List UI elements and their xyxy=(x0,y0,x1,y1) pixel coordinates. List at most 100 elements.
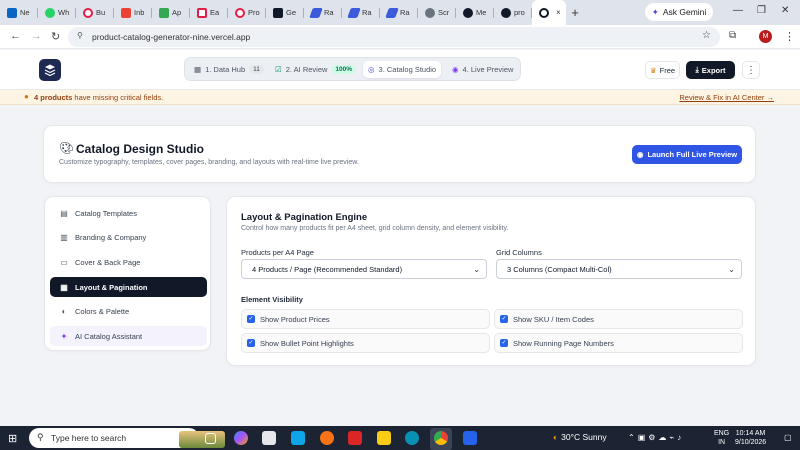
close-icon[interactable]: × xyxy=(556,8,561,17)
sidebar-item-ai-assistant[interactable]: ✦ AI Catalog Assistant xyxy=(50,326,207,346)
weather-widget[interactable]: ◐ 30°C Sunny xyxy=(553,432,607,442)
review-fix-link[interactable]: Review & Fix in AI Center → xyxy=(679,93,774,102)
template-icon: ▤ xyxy=(60,208,68,218)
checkbox-checked-icon[interactable]: ✓ xyxy=(500,315,508,323)
toggle-page-numbers[interactable]: ✓ Show Running Page Numbers xyxy=(494,333,743,353)
minimize-button[interactable]: — xyxy=(733,5,743,16)
products-per-page-label: Products per A4 Page xyxy=(241,248,314,257)
url-box[interactable]: ⚲ product-catalog-generator-nine.vercel.… xyxy=(68,27,720,47)
step-live-preview[interactable]: ◉ 4. Live Preview xyxy=(447,61,518,78)
browser-tab[interactable]: Ra xyxy=(342,0,380,25)
extensions-icon[interactable]: ⧉ xyxy=(729,30,736,41)
youtube-icon[interactable] xyxy=(348,431,362,445)
chrome-icon[interactable] xyxy=(434,431,448,445)
forward-icon[interactable]: → xyxy=(31,30,42,42)
firefox-icon[interactable] xyxy=(320,431,334,445)
warning-message: have missing critical fields. xyxy=(72,93,164,102)
site-info-icon[interactable]: ⚲ xyxy=(77,31,83,40)
tab-title: Wh xyxy=(58,8,70,17)
checkbox-checked-icon[interactable]: ✓ xyxy=(500,339,508,347)
export-button[interactable]: ⤓ Export xyxy=(686,61,735,79)
linkedin-icon xyxy=(7,7,17,18)
tab-title: Inb xyxy=(134,8,145,17)
sidebar-item-label: AI Catalog Assistant xyxy=(75,331,143,341)
checkbox-label: Show Running Page Numbers xyxy=(513,338,614,348)
taskbar-search[interactable]: ⚲ Type here to search xyxy=(29,428,225,448)
sidebar-item-layout-pagination[interactable]: ▦ Layout & Pagination xyxy=(50,277,207,297)
maximize-button[interactable]: ❐ xyxy=(757,5,766,16)
products-per-page-select[interactable]: 4 Products / Page (Recommended Standard)… xyxy=(241,259,487,279)
browser-tab[interactable]: Wh xyxy=(38,0,76,25)
new-tab-button[interactable]: + xyxy=(566,0,584,25)
sidebar-item-branding[interactable]: ▥ Branding & Company xyxy=(50,227,207,247)
browser-tab[interactable]: Ra xyxy=(304,0,342,25)
back-icon[interactable]: ← xyxy=(10,30,21,42)
tab-title: Ea xyxy=(210,8,220,17)
browser-tab[interactable]: Ge xyxy=(266,0,304,25)
checkbox-checked-icon[interactable]: ✓ xyxy=(247,315,255,323)
file-explorer-icon[interactable] xyxy=(377,431,391,445)
site-icon xyxy=(235,7,245,18)
tab-title: Ge xyxy=(286,8,297,17)
browser-tab[interactable]: Ne xyxy=(0,0,38,25)
tab-title: Scr xyxy=(438,8,450,17)
workflow-steps: ▦ 1. Data Hub 11 ☑ 2. AI Review 100% ◎ 3. Cat… xyxy=(184,57,521,81)
app-icon xyxy=(159,7,169,18)
profile-avatar[interactable]: M xyxy=(759,30,772,43)
browser-tab[interactable]: Me xyxy=(456,0,494,25)
palette-icon: ◐ xyxy=(61,306,67,316)
mail-app-icon[interactable] xyxy=(291,431,305,445)
grid-columns-select[interactable]: 3 Columns (Compact Multi-Col) ⌄ xyxy=(496,259,742,279)
task-view-icon[interactable] xyxy=(205,433,216,444)
copilot-icon[interactable] xyxy=(234,431,248,445)
app-header: ▦ 1. Data Hub 11 ☑ 2. AI Review 100% ◎ 3. Cat… xyxy=(0,50,800,90)
step-ai-review[interactable]: ☑ 2. AI Review 100% xyxy=(270,61,361,78)
more-menu-button[interactable]: ⋮ xyxy=(742,61,760,79)
system-tray-icons[interactable]: ⌃▣⚙☁⌁♪ xyxy=(628,433,684,442)
palette-icon: ◎ xyxy=(368,65,375,74)
toggle-sku-codes[interactable]: ✓ Show SKU / Item Codes xyxy=(494,309,743,329)
select-value: 3 Columns (Compact Multi-Col) xyxy=(507,264,612,274)
window-close-button[interactable]: ✕ xyxy=(781,5,789,16)
ask-gemini-button[interactable]: ✦ Ask Gemini xyxy=(645,3,713,21)
site-icon xyxy=(83,7,93,18)
toggle-product-prices[interactable]: ✓ Show Product Prices xyxy=(241,309,490,329)
sidebar-item-catalog-templates[interactable]: ▤ Catalog Templates xyxy=(50,203,207,223)
browser-tab-active[interactable]: × xyxy=(532,0,566,25)
clock[interactable]: 10:14 AM 9/10/2026 xyxy=(735,429,766,447)
browser-tab[interactable]: pro xyxy=(494,0,532,25)
tab-title: Ne xyxy=(20,8,30,17)
calendar-app-icon[interactable] xyxy=(262,431,276,445)
launch-live-preview-button[interactable]: ◉ Launch Full Live Preview xyxy=(632,145,742,164)
checkbox-checked-icon[interactable]: ✓ xyxy=(247,339,255,347)
sidebar-item-label: Cover & Back Page xyxy=(75,257,141,267)
step-data-hub[interactable]: ▦ 1. Data Hub 11 xyxy=(189,61,269,78)
browser-tab[interactable]: Ap xyxy=(152,0,190,25)
page-subtitle: Customize typography, templates, cover p… xyxy=(59,159,359,166)
edge-icon[interactable] xyxy=(405,431,419,445)
app-logo[interactable] xyxy=(39,59,61,81)
vscode-icon[interactable] xyxy=(463,431,477,445)
browser-tab[interactable]: Inb xyxy=(114,0,152,25)
bookmark-star-icon[interactable]: ☆ xyxy=(702,30,711,41)
grid-icon: ▦ xyxy=(194,65,202,74)
toggle-bullet-highlights[interactable]: ✓ Show Bullet Point Highlights xyxy=(241,333,490,353)
step-catalog-studio[interactable]: ◎ 3. Catalog Studio xyxy=(363,61,442,78)
browser-menu-icon[interactable]: ⋮ xyxy=(784,30,795,43)
browser-tab[interactable]: Ea xyxy=(190,0,228,25)
tab-title: pro xyxy=(514,8,525,17)
notifications-icon[interactable]: ▢ xyxy=(784,433,792,442)
search-highlight-image xyxy=(179,431,225,448)
sidebar-item-label: Layout & Pagination xyxy=(75,282,148,292)
browser-tab[interactable]: Ra xyxy=(380,0,418,25)
language-indicator[interactable]: ENG IN xyxy=(714,429,729,447)
browser-tab[interactable]: Pro xyxy=(228,0,266,25)
reload-icon[interactable]: ↻ xyxy=(51,30,60,43)
section-title: Layout & Pagination Engine xyxy=(241,212,368,223)
browser-tab[interactable]: Scr xyxy=(418,0,456,25)
windows-start-icon[interactable]: ⊞ xyxy=(8,432,17,445)
plan-free-button[interactable]: ♛ Free xyxy=(645,61,680,79)
sidebar-item-cover-back[interactable]: ▭ Cover & Back Page xyxy=(50,252,207,272)
sidebar-item-colors-palette[interactable]: ◐ Colors & Palette xyxy=(50,301,207,321)
browser-tab[interactable]: Bu xyxy=(76,0,114,25)
